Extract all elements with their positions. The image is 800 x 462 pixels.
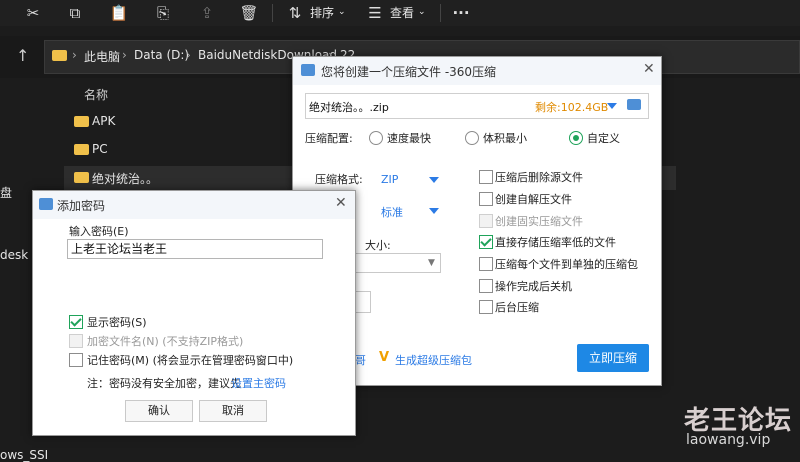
password-dialog: 添加密码 ✕ 输入密码(E) 上老王论坛当老王 显示密码(S) 加密文件名(N)…: [32, 190, 356, 436]
option-background-checkbox[interactable]: [479, 300, 493, 314]
config-radio-custom[interactable]: [569, 131, 583, 145]
config-option-fastest[interactable]: 速度最快: [387, 130, 431, 146]
size-label: 大小:: [365, 239, 391, 252]
close-icon[interactable]: ✕: [335, 195, 347, 211]
nav-item-fragment[interactable]: 盘: [0, 184, 12, 201]
zip-dialog-title: 您将创建一个压缩文件 -360压缩: [321, 65, 497, 79]
config-radio-fastest[interactable]: [369, 131, 383, 145]
set-master-password-link[interactable]: 设置主密码: [231, 375, 286, 391]
level-chevron-icon[interactable]: [429, 208, 439, 214]
sort-icon[interactable]: ⇅: [284, 2, 306, 24]
view-chevron-icon: ⌄: [418, 7, 426, 17]
option-shutdown[interactable]: 操作完成后关机: [495, 278, 572, 294]
super-zip-icon: V: [379, 350, 390, 365]
cancel-button[interactable]: 取消: [199, 400, 267, 422]
option-store-low-ratio[interactable]: 直接存储压缩率低的文件: [495, 234, 616, 250]
remember-password-checkbox[interactable]: [69, 353, 83, 367]
nav-item-fragment[interactable]: ows_SSI: [0, 448, 48, 462]
close-icon[interactable]: ✕: [643, 61, 655, 77]
option-delete-source[interactable]: 压缩后删除源文件: [495, 169, 583, 185]
column-header-name[interactable]: 名称: [84, 86, 108, 103]
delete-icon[interactable]: 🗑: [238, 2, 260, 24]
config-label: 压缩配置:: [305, 132, 353, 145]
encrypt-names-label: 加密文件名(N) (不支持ZIP格式): [87, 335, 244, 348]
security-note: 注：密码没有安全加密，建议先: [87, 377, 241, 390]
view-button[interactable]: 查看: [390, 4, 414, 21]
level-value[interactable]: 标准: [381, 204, 403, 220]
compress-now-button[interactable]: 立即压缩: [577, 344, 649, 372]
copy-icon[interactable]: ⧉: [64, 2, 86, 24]
folder-icon: [74, 172, 89, 183]
format-label: 压缩格式:: [315, 173, 363, 186]
zip-app-icon: [39, 198, 53, 210]
encrypt-names-checkbox: [69, 334, 83, 348]
super-zip-link[interactable]: 生成超级压缩包: [395, 352, 472, 368]
sort-button[interactable]: 排序: [310, 4, 334, 21]
zip-filename-value: 绝对统治。。.zip: [309, 101, 389, 114]
free-space-label: 剩余:102.4GB: [535, 101, 609, 114]
config-radio-smallest[interactable]: [465, 131, 479, 145]
rename-icon[interactable]: ⎘: [152, 2, 174, 24]
option-separate-archives-checkbox[interactable]: [479, 257, 493, 271]
password-button-fragment[interactable]: [355, 291, 371, 313]
sort-chevron-icon: ⌄: [338, 7, 346, 17]
toolbar-divider: [440, 4, 441, 22]
option-sfx[interactable]: 创建自解压文件: [495, 191, 572, 207]
breadcrumb-separator: ›: [122, 48, 127, 62]
more-options-icon[interactable]: ···: [450, 2, 472, 24]
file-name: 绝对统治。。: [92, 172, 159, 186]
zip-app-icon: [301, 64, 315, 76]
option-store-low-ratio-checkbox[interactable]: [479, 235, 493, 249]
file-name: APK: [92, 114, 116, 128]
option-sfx-checkbox[interactable]: [479, 192, 493, 206]
option-solid: 创建固实压缩文件: [495, 215, 583, 228]
format-chevron-icon[interactable]: [429, 177, 439, 183]
chevron-down-icon: ▼: [428, 258, 435, 268]
option-solid-checkbox: [479, 214, 493, 228]
breadcrumb-this-pc[interactable]: 此电脑: [84, 48, 120, 65]
config-option-smallest[interactable]: 体积最小: [483, 130, 527, 146]
toolbar-divider: [272, 4, 273, 22]
breadcrumb-separator: ›: [72, 48, 77, 62]
password-dialog-title: 添加密码: [57, 199, 106, 213]
option-delete-source-checkbox[interactable]: [479, 170, 493, 184]
show-password-label[interactable]: 显示密码(S): [87, 314, 147, 330]
up-arrow-icon[interactable]: ↑: [16, 46, 29, 65]
watermark-url: laowang.vip: [686, 432, 771, 448]
share-icon[interactable]: ⇪: [196, 2, 218, 24]
chevron-down-icon[interactable]: [607, 103, 617, 109]
password-input-label: 输入密码(E): [69, 225, 129, 238]
browse-folder-icon[interactable]: [627, 99, 641, 110]
folder-icon: [74, 144, 89, 155]
option-separate-archives[interactable]: 压缩每个文件到单独的压缩包: [495, 256, 638, 272]
breadcrumb-separator: ›: [186, 48, 191, 62]
password-input[interactable]: 上老王论坛当老王: [67, 239, 323, 259]
confirm-button[interactable]: 确认: [125, 400, 193, 422]
remember-password-label[interactable]: 记住密码(M) (将会显示在管理密码窗口中): [87, 352, 293, 368]
file-name: PC: [92, 142, 108, 156]
option-shutdown-checkbox[interactable]: [479, 279, 493, 293]
config-option-custom[interactable]: 自定义: [587, 130, 620, 146]
left-link-fragment[interactable]: 哥: [355, 352, 366, 368]
cut-icon[interactable]: ✂: [22, 2, 44, 24]
option-background[interactable]: 后台压缩: [495, 299, 539, 315]
folder-icon: [74, 116, 89, 127]
view-icon[interactable]: ☰: [364, 2, 386, 24]
folder-icon: [52, 50, 67, 61]
show-password-checkbox[interactable]: [69, 315, 83, 329]
format-value[interactable]: ZIP: [381, 173, 398, 186]
breadcrumb-data-drive[interactable]: Data (D:): [134, 48, 189, 62]
paste-icon[interactable]: 📋: [108, 2, 130, 24]
